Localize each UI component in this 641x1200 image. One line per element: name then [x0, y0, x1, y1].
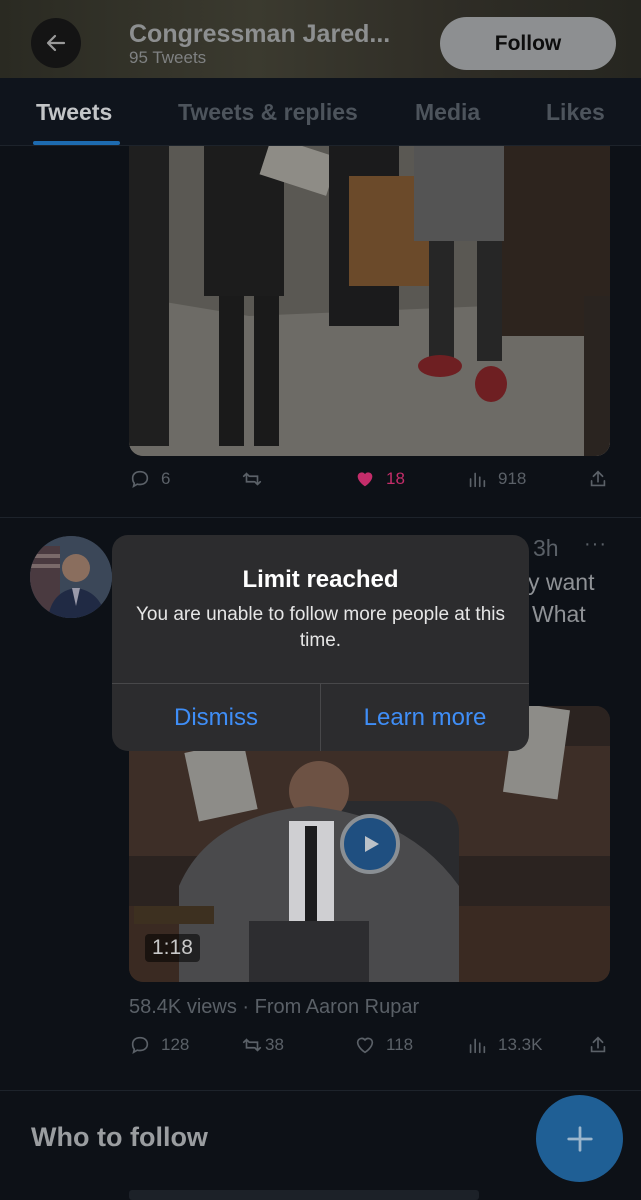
bar-chart-icon	[469, 1038, 486, 1054]
play-button[interactable]	[340, 814, 400, 874]
tab-media[interactable]: Media	[415, 99, 480, 126]
view-count: 13.3K	[498, 1035, 543, 1054]
avatar[interactable]	[30, 536, 112, 618]
retweet-action[interactable]: 38	[241, 1034, 284, 1056]
more-options-icon[interactable]: ···	[584, 533, 607, 556]
reply-icon	[131, 1036, 149, 1055]
like-count: 18	[386, 469, 405, 488]
bar-chart-icon	[469, 472, 486, 488]
reply-action[interactable]: 128	[129, 1034, 189, 1056]
tab-likes[interactable]: Likes	[546, 99, 605, 126]
views-action[interactable]: 918	[466, 468, 526, 490]
heart-filled-icon	[357, 472, 373, 487]
like-count: 118	[386, 1035, 414, 1054]
retweet-action[interactable]	[241, 468, 273, 490]
tweet-actions: 6 18 918	[129, 468, 610, 498]
follow-button[interactable]: Follow	[440, 17, 616, 70]
suggestion-peek	[129, 1190, 479, 1200]
share-action[interactable]	[587, 1034, 609, 1056]
limit-reached-alert: Limit reached You are unable to follow m…	[112, 535, 529, 751]
who-to-follow-heading: Who to follow	[31, 1122, 208, 1152]
arrow-left-icon	[46, 34, 66, 52]
video-duration: 1:18	[145, 934, 200, 962]
tweet-photo[interactable]	[129, 146, 610, 456]
tweet-timestamp: 3h	[533, 535, 559, 561]
like-action[interactable]: 118	[354, 1034, 413, 1056]
dismiss-button[interactable]: Dismiss	[112, 684, 320, 751]
retweet-count: 38	[265, 1035, 284, 1054]
learn-more-button[interactable]: Learn more	[321, 684, 529, 751]
alert-message: You are unable to follow more people at …	[136, 604, 505, 651]
profile-tabs: Tweets Tweets & replies Media Likes	[0, 78, 641, 146]
views-action[interactable]: 13.3K	[466, 1034, 542, 1056]
tweet-divider	[0, 517, 641, 518]
tab-tweets[interactable]: Tweets	[36, 99, 112, 126]
play-icon	[365, 836, 379, 852]
retweet-icon	[242, 472, 262, 486]
back-button[interactable]	[31, 18, 81, 68]
reply-count: 128	[161, 1035, 190, 1054]
avatar-photo	[30, 536, 112, 618]
plus-icon	[566, 1125, 593, 1152]
tweet-text-line: y want	[528, 569, 595, 595]
tweet-text-line: What	[532, 601, 586, 627]
reply-icon	[131, 470, 149, 489]
hallway-photo	[129, 146, 610, 456]
like-action[interactable]: 18	[354, 468, 405, 490]
view-count: 918	[498, 469, 527, 488]
share-action[interactable]	[587, 468, 609, 490]
alert-title: Limit reached	[242, 566, 399, 593]
tab-tweets-replies[interactable]: Tweets & replies	[178, 99, 358, 126]
tweet-count: 95 Tweets	[129, 48, 207, 67]
reply-action[interactable]: 6	[129, 468, 170, 490]
tweet-actions: 128 38 118 13.3K	[129, 1034, 610, 1064]
share-icon	[590, 1036, 606, 1053]
share-icon	[590, 470, 606, 487]
tweet-divider	[0, 1090, 641, 1091]
active-tab-indicator	[33, 141, 120, 145]
reply-count: 6	[161, 469, 171, 488]
compose-tweet-button[interactable]	[536, 1095, 623, 1182]
profile-name: Congressman Jared...	[129, 20, 391, 48]
video-views-source: 58.4K views · From Aaron Rupar	[129, 996, 420, 1018]
profile-header: Congressman Jared... 95 Tweets Follow	[0, 0, 641, 78]
retweet-icon	[242, 1038, 262, 1052]
heart-icon	[356, 1037, 374, 1054]
